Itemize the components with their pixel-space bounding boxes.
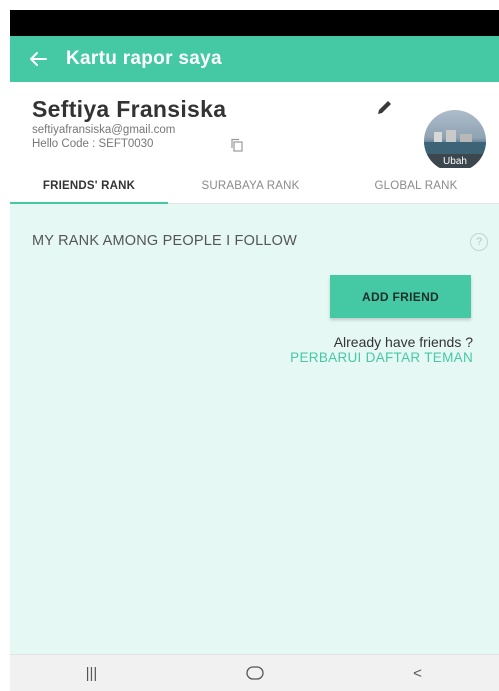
avatar[interactable]: Ubah	[424, 110, 486, 172]
system-nav-bar: ||| <	[10, 654, 499, 691]
arrow-left-icon[interactable]	[10, 36, 66, 82]
profile-name: Seftiya Fransiska	[32, 96, 227, 122]
already-friends-text: Already have friends ?	[333, 334, 473, 350]
hello-code: Hello Code : SEFT0030	[32, 138, 154, 150]
tab-friends-rank[interactable]: FRIENDS' RANK	[10, 168, 168, 205]
copy-icon[interactable]	[230, 138, 244, 152]
rank-tabs: FRIENDS' RANK SURABAYA RANK GLOBAL RANK	[10, 168, 499, 205]
friends-rank-panel: MY RANK AMONG PEOPLE I FOLLOW ? ADD FRIE…	[10, 204, 499, 654]
recent-apps-button[interactable]: |||	[62, 655, 122, 691]
top-margin	[0, 0, 499, 10]
profile-email: seftiyafransiska@gmail.com	[32, 124, 176, 136]
profile-header: Seftiya Fransiska seftiyafransiska@gmail…	[10, 82, 499, 172]
update-friend-list-link[interactable]: PERBARUI DAFTAR TEMAN	[290, 350, 473, 365]
tab-surabaya-rank[interactable]: SURABAYA RANK	[168, 168, 333, 204]
app-bar: Kartu rapor saya	[10, 36, 499, 82]
section-title: MY RANK AMONG PEOPLE I FOLLOW	[32, 233, 297, 249]
help-icon[interactable]: ?	[470, 233, 488, 251]
back-nav-button[interactable]: <	[388, 655, 448, 691]
tab-global-rank[interactable]: GLOBAL RANK	[333, 168, 499, 204]
home-circle-icon[interactable]	[225, 655, 285, 691]
add-friend-button[interactable]: ADD FRIEND	[330, 275, 471, 318]
status-bar	[10, 10, 499, 36]
pencil-icon[interactable]	[374, 96, 396, 118]
app-title: Kartu rapor saya	[66, 48, 222, 69]
